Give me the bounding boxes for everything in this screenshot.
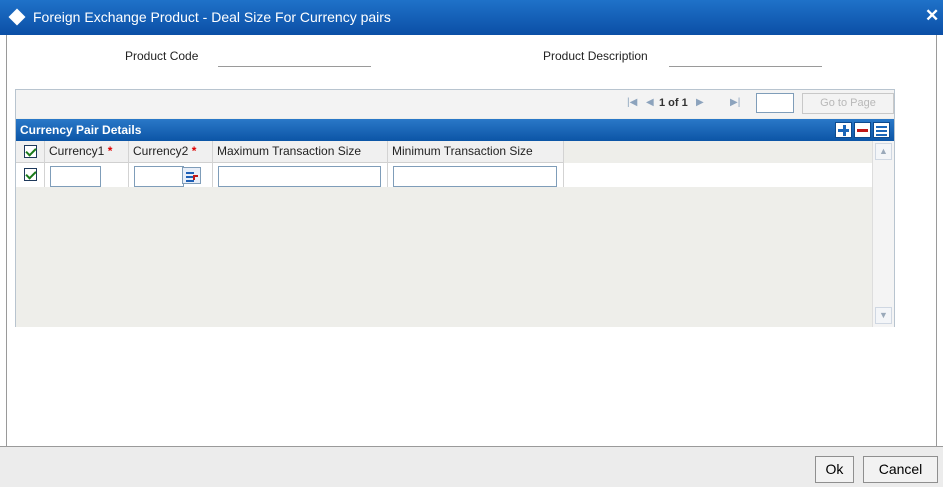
currency-pair-table: Currency1 * Currency2 * Maximum Transact… bbox=[16, 141, 872, 327]
app-diamond-icon bbox=[8, 8, 26, 26]
select-all-checkbox[interactable] bbox=[24, 145, 37, 158]
delete-row-icon[interactable] bbox=[854, 122, 871, 138]
list-of-values-icon[interactable] bbox=[182, 167, 201, 184]
row-select-checkbox[interactable] bbox=[24, 168, 37, 181]
next-page-icon[interactable]: ▶ bbox=[696, 97, 704, 108]
add-row-icon[interactable] bbox=[835, 122, 852, 138]
block-header: Currency Pair Details bbox=[16, 119, 894, 141]
minimum-transaction-size-input[interactable] bbox=[393, 166, 557, 187]
table-row bbox=[16, 163, 872, 187]
scroll-up-icon[interactable]: ▲ bbox=[875, 143, 892, 160]
header-currency2: Currency2 * bbox=[129, 141, 213, 163]
required-marker: * bbox=[191, 144, 197, 158]
header-maximum-transaction-size: Maximum Transaction Size bbox=[213, 141, 388, 163]
previous-page-icon[interactable]: ◀ bbox=[646, 97, 654, 108]
currency2-input[interactable] bbox=[134, 166, 184, 187]
vertical-scrollbar[interactable]: ▲ ▼ bbox=[872, 141, 894, 327]
required-marker: * bbox=[107, 144, 113, 158]
product-code-label: Product Code bbox=[125, 49, 199, 63]
block-title: Currency Pair Details bbox=[20, 123, 142, 137]
select-all-cell bbox=[16, 141, 45, 163]
close-icon[interactable]: ✕ bbox=[925, 6, 939, 26]
first-page-icon[interactable]: |◀ bbox=[627, 97, 637, 108]
go-to-page-button[interactable]: Go to Page bbox=[802, 93, 894, 114]
product-description-label: Product Description bbox=[543, 49, 648, 63]
currency1-input[interactable] bbox=[50, 166, 101, 187]
page-number-input[interactable] bbox=[756, 93, 794, 113]
product-description-field[interactable] bbox=[669, 49, 822, 67]
page-indicator: 1 of 1 bbox=[659, 97, 688, 109]
last-page-icon[interactable]: ▶| bbox=[730, 97, 740, 108]
maximum-transaction-size-input[interactable] bbox=[218, 166, 381, 187]
window-titlebar: Foreign Exchange Product - Deal Size For… bbox=[0, 0, 943, 35]
header-currency1: Currency1 * bbox=[45, 141, 129, 163]
pagination-bar: |◀ ◀ 1 of 1 ▶ ▶| Go to Page bbox=[16, 90, 894, 118]
scroll-down-icon[interactable]: ▼ bbox=[875, 307, 892, 324]
single-view-icon[interactable] bbox=[873, 122, 890, 138]
currency-pair-section: |◀ ◀ 1 of 1 ▶ ▶| Go to Page Currency Pai… bbox=[15, 89, 895, 327]
header-minimum-transaction-size: Minimum Transaction Size bbox=[388, 141, 564, 163]
window-title: Foreign Exchange Product - Deal Size For… bbox=[33, 9, 391, 25]
product-code-field[interactable] bbox=[218, 49, 371, 67]
ok-button[interactable]: Ok bbox=[815, 456, 854, 483]
dialog-footer: Ok Cancel bbox=[0, 446, 943, 487]
cancel-button[interactable]: Cancel bbox=[863, 456, 938, 483]
table-header-row: Currency1 * Currency2 * Maximum Transact… bbox=[16, 141, 564, 163]
